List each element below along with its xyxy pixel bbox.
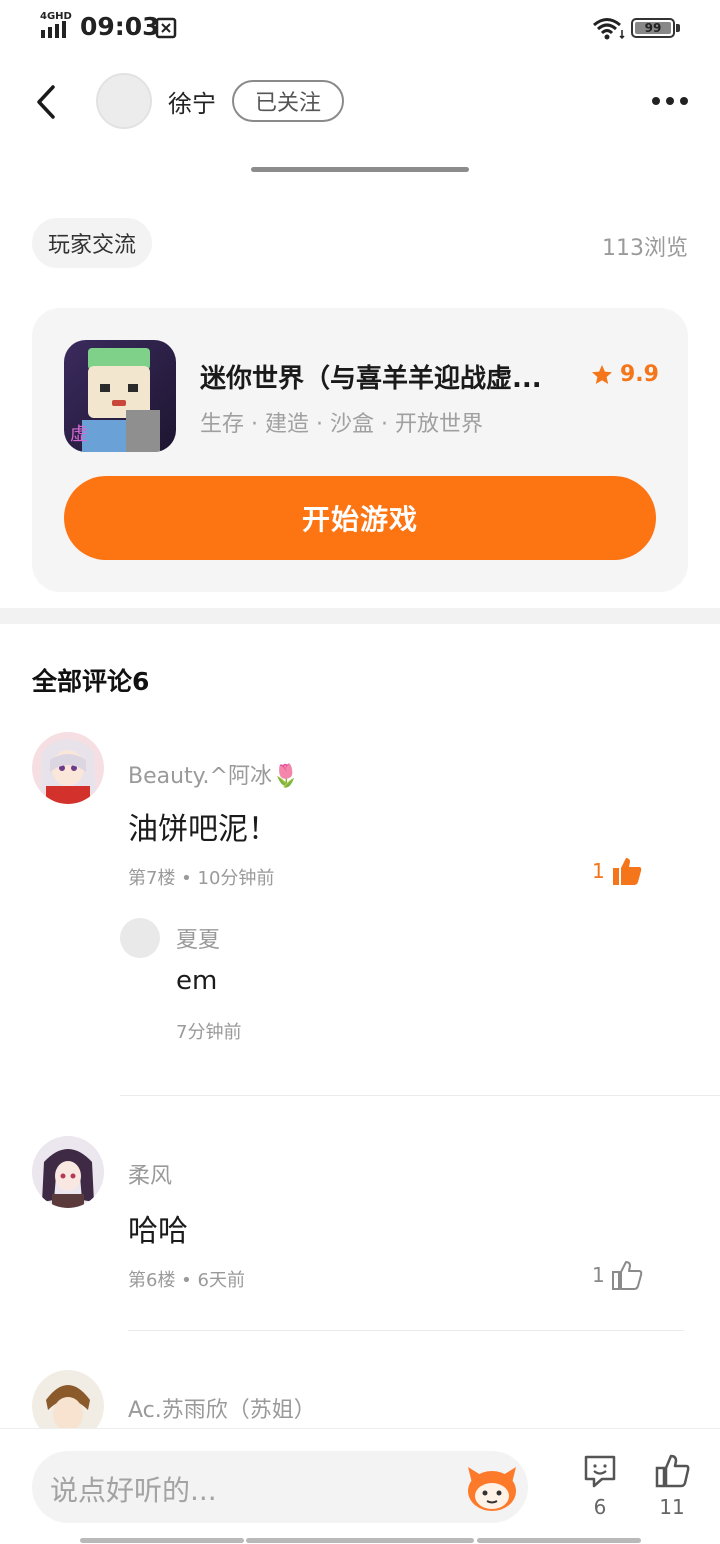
thumb-up-icon — [612, 858, 641, 885]
view-count: 113浏览 — [602, 236, 688, 261]
like-count: 1 — [592, 1263, 605, 1287]
system-nav-bar — [477, 1538, 641, 1543]
section-divider — [0, 608, 720, 624]
svg-text:虚: 虚 — [70, 424, 88, 445]
status-time: 09:03 — [80, 12, 160, 41]
reply-time: 7分钟前 — [176, 1022, 242, 1043]
comment-input[interactable]: 说点好听的... — [32, 1451, 528, 1523]
battery-icon: 99 — [631, 18, 681, 40]
game-tags: 生存 · 建造 · 沙盒 · 开放世界 — [200, 412, 483, 437]
game-rating: 9.9 — [590, 362, 659, 387]
start-game-button[interactable]: 开始游戏 — [64, 476, 656, 560]
comment-meta: 第6楼 • 6天前 — [128, 1270, 245, 1291]
status-bar: 4GHD 09:03 99 — [0, 0, 720, 56]
comment-divider — [120, 1095, 720, 1096]
emoji-icon[interactable] — [464, 1463, 520, 1513]
signal-icon — [41, 21, 66, 38]
star-icon — [592, 364, 612, 384]
chevron-left-icon — [37, 85, 55, 119]
follow-button[interactable]: 已关注 — [232, 80, 344, 122]
comment-like-button[interactable]: 1 — [592, 1260, 643, 1290]
commenter-avatar[interactable] — [32, 732, 104, 804]
game-icon[interactable]: 虚 — [64, 340, 176, 452]
reply-item: 夏夏 em 7分钟前 — [120, 918, 720, 1058]
commenter-name[interactable]: Beauty.^阿冰🌷 — [128, 758, 299, 790]
commenter-avatar[interactable] — [32, 1370, 104, 1428]
comment-item: 柔风 哈哈 第6楼 • 6天前 1 — [0, 1136, 720, 1316]
replier-name[interactable]: 夏夏 — [176, 922, 220, 954]
thumb-up-icon — [655, 1454, 690, 1488]
system-nav-bar — [246, 1538, 474, 1543]
author-name[interactable]: 徐宁 — [168, 84, 216, 119]
battery-level: 99 — [635, 21, 671, 35]
more-dots-icon — [652, 97, 660, 105]
back-button[interactable] — [26, 80, 66, 124]
reply-text: em — [176, 966, 218, 996]
comment-count-button[interactable]: 6 — [570, 1453, 630, 1519]
comment-input-placeholder: 说点好听的... — [50, 1474, 217, 1507]
comment-like-button[interactable]: 1 — [592, 856, 643, 886]
comment-bubble-icon — [584, 1455, 616, 1488]
comment-text: 油饼吧泥！ — [128, 812, 278, 847]
rating-value: 9.9 — [620, 362, 659, 387]
replier-avatar[interactable] — [120, 918, 160, 958]
game-title[interactable]: 迷你世界（与喜羊羊迎战虚... — [200, 358, 565, 395]
like-count: 1 — [592, 859, 605, 883]
like-total: 11 — [659, 1495, 685, 1519]
comment-count: 6 — [593, 1495, 607, 1519]
thumb-up-icon — [611, 1261, 642, 1290]
more-button[interactable] — [646, 86, 694, 116]
commenter-name[interactable]: 柔风 — [128, 1158, 172, 1190]
commenter-avatar[interactable] — [32, 1136, 104, 1208]
bottom-bar: 说点好听的... 6 11 — [0, 1428, 720, 1544]
topic-tag[interactable]: 玩家交流 — [32, 218, 153, 268]
comment-text: 哈哈 — [128, 1214, 188, 1249]
comment-divider — [128, 1330, 684, 1331]
commenter-name[interactable]: Ac.苏雨欣（苏姐） — [128, 1392, 316, 1424]
game-card[interactable]: 虚 迷你世界（与喜羊羊迎战虚... 9.9 生存 · 建造 · 沙盒 · 开放世… — [32, 308, 688, 592]
comment-meta: 第7楼 • 10分钟前 — [128, 868, 275, 889]
comment-item: Beauty.^阿冰🌷 油饼吧泥！ 第7楼 • 10分钟前 1 夏夏 em 7分… — [0, 732, 720, 1092]
wifi-icon — [593, 18, 625, 40]
comments-header: 全部评论6 — [32, 667, 150, 696]
comment-item: Ac.苏雨欣（苏姐） — [0, 1370, 720, 1428]
drag-handle[interactable] — [251, 167, 469, 172]
post-like-button[interactable]: 11 — [642, 1453, 702, 1519]
system-nav-bar — [80, 1538, 244, 1543]
author-avatar[interactable] — [96, 73, 152, 129]
top-bar: 徐宁 已关注 — [0, 60, 720, 144]
screenshot-indicator-icon — [155, 17, 177, 39]
